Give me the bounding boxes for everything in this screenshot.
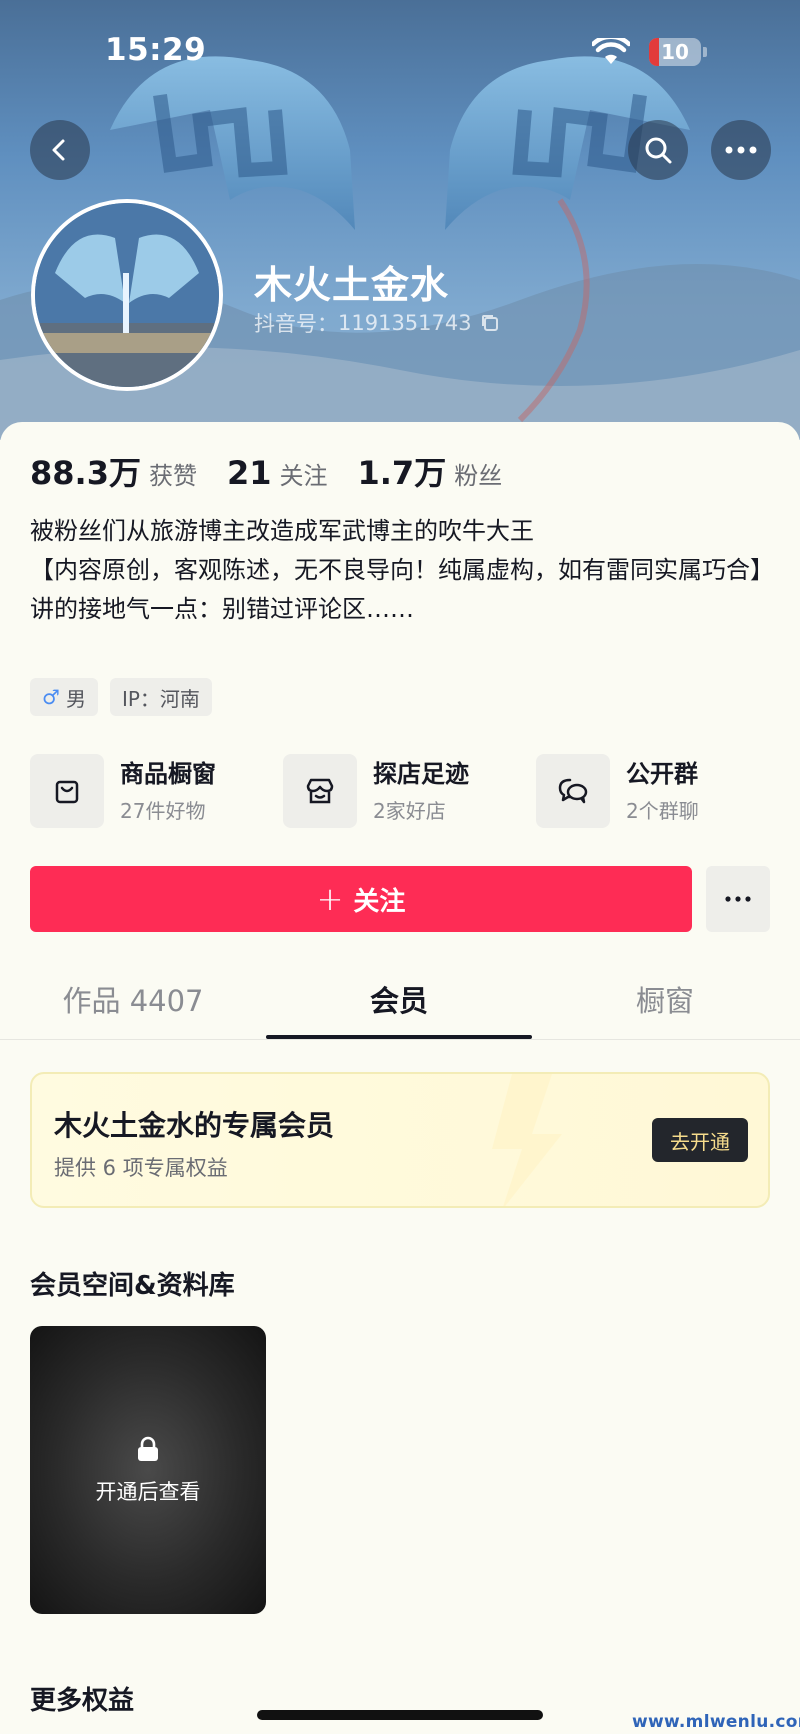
lock-icon	[138, 1436, 158, 1461]
profile-shortcuts: 商品橱窗 27件好物 探店足迹 2家好店 公开群 2个群聊	[30, 754, 770, 828]
stat-followers-value: 1.7万	[357, 454, 447, 492]
stat-following-value: 21	[226, 454, 272, 492]
more-benefits-title: 更多权益	[30, 1686, 135, 1716]
profile-tags: ♂ 男 IP：河南	[30, 678, 212, 716]
back-button[interactable]	[30, 120, 90, 180]
shortcut-title: 商品橱窗	[120, 760, 216, 788]
status-bar: 15:29 10	[0, 0, 800, 100]
status-time: 15:29	[105, 32, 207, 68]
nickname: 木火土金水	[254, 263, 450, 307]
profile-stats: 88.3万 获赞 21 关注 1.7万 粉丝	[30, 448, 532, 494]
activate-membership-button[interactable]: 去开通	[652, 1118, 748, 1162]
chevron-left-icon	[52, 139, 65, 161]
shortcut-title: 探店足迹	[373, 760, 469, 788]
stat-followers-label: 粉丝	[454, 462, 503, 490]
stat-following-label: 关注	[279, 462, 328, 490]
more-dots-icon	[725, 146, 757, 154]
follow-more-button[interactable]	[706, 866, 770, 932]
douyin-id-value: 1191351743	[338, 311, 472, 335]
ip-location-tag: IP：河南	[109, 678, 212, 716]
follow-button[interactable]: + 关注	[30, 866, 692, 932]
shortcut-product-window[interactable]: 商品橱窗 27件好物	[30, 754, 216, 828]
douyin-id-label: 抖音号：	[254, 312, 338, 336]
locked-library-card[interactable]: 开通后查看	[30, 1326, 266, 1614]
bio-line: 【内容原创，客观陈述，无不良导向！纯属虚构，如有雷同实属巧合】	[30, 556, 774, 584]
avatar-image	[35, 203, 219, 387]
shortcut-store-visits[interactable]: 探店足迹 2家好店	[283, 754, 469, 828]
membership-card[interactable]: 木火土金水的专属会员 提供 6 项专属权益 去开通	[30, 1072, 770, 1208]
ip-location-label: IP：河南	[121, 686, 200, 711]
profile-tabs: 作品 4407 会员 橱窗	[0, 970, 800, 1040]
shortcut-title: 公开群	[626, 760, 698, 788]
tab-works[interactable]: 作品 4407	[0, 970, 266, 1040]
stat-likes-label: 获赞	[148, 462, 197, 490]
stat-likes-value: 88.3万	[30, 454, 141, 492]
chat-bubbles-icon	[536, 754, 610, 828]
avatar[interactable]	[31, 199, 223, 391]
watermark: www.mlwenlu.com	[632, 1712, 800, 1732]
store-icon	[283, 754, 357, 828]
library-section-title: 会员空间&资料库	[30, 1271, 235, 1301]
home-indicator[interactable]	[257, 1710, 543, 1720]
more-dots-icon	[725, 896, 751, 902]
tab-showcase[interactable]: 橱窗	[532, 970, 798, 1040]
battery-level: 10	[661, 40, 689, 64]
active-tab-indicator	[266, 1035, 532, 1039]
search-button[interactable]	[628, 120, 688, 180]
shortcut-subtitle: 27件好物	[120, 799, 206, 823]
stat-followers[interactable]: 1.7万 粉丝	[358, 448, 503, 494]
male-icon: ♂	[42, 685, 60, 709]
plus-icon: +	[316, 880, 344, 918]
bio-line: 被粉丝们从旅游博主改造成军武博主的吹牛大王	[30, 517, 534, 545]
more-options-button[interactable]	[711, 120, 771, 180]
copy-icon[interactable]	[480, 313, 500, 333]
wifi-icon	[592, 38, 630, 64]
membership-title: 木火土金水的专属会员	[54, 1109, 335, 1142]
stat-following[interactable]: 21 关注	[227, 454, 328, 492]
search-icon	[645, 137, 672, 164]
profile-bio: 被粉丝们从旅游博主改造成军武博主的吹牛大王 【内容原创，客观陈述，无不良导向！纯…	[30, 512, 775, 629]
shopping-bag-icon	[30, 754, 104, 828]
follow-button-label: 关注	[353, 886, 406, 917]
bio-line: 讲的接地气一点：别错过评论区……	[30, 595, 414, 623]
stat-likes[interactable]: 88.3万 获赞	[30, 448, 197, 494]
gender-tag: ♂ 男	[30, 678, 98, 716]
shortcut-subtitle: 2家好店	[373, 799, 446, 823]
locked-card-label: 开通后查看	[95, 1480, 201, 1504]
tab-membership[interactable]: 会员	[266, 970, 532, 1040]
shortcut-subtitle: 2个群聊	[626, 799, 699, 823]
gender-label: 男	[65, 686, 86, 711]
battery-icon: 10	[649, 38, 701, 66]
shortcut-public-groups[interactable]: 公开群 2个群聊	[536, 754, 699, 828]
douyin-id: 抖音号： 1191351743	[254, 308, 500, 338]
profile-banner: 15:29 10 木火土金水 抖音号： 1191351743	[0, 0, 800, 440]
membership-subtitle: 提供 6 项专属权益	[54, 1156, 228, 1180]
